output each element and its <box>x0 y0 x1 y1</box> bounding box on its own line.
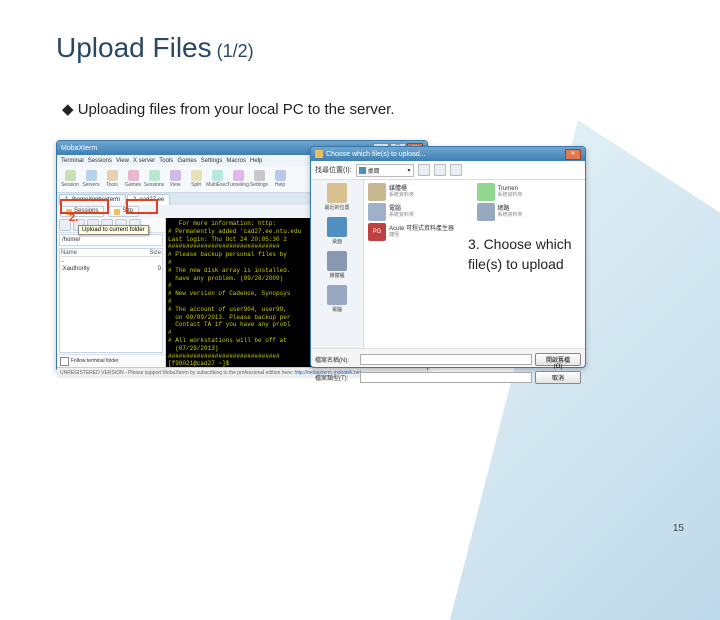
menu-help[interactable]: Help <box>250 158 262 164</box>
dialog-footer: 檔案名稱(N): 開啟舊檔(O) 檔案類型(T): 取消 <box>311 348 585 387</box>
menu-macros[interactable]: Macros <box>226 158 246 164</box>
step-number-2: 2. <box>69 212 78 224</box>
tool-multiexec[interactable]: MultiExec <box>208 170 226 188</box>
places-sidebar: 最近的位置 桌面 媒體櫃 電腦 <box>311 180 364 348</box>
page-number: 15 <box>673 523 684 534</box>
place-computer[interactable]: 電腦 <box>327 285 347 313</box>
nav-back-icon[interactable] <box>418 164 430 176</box>
menu-sessions[interactable]: Sessions <box>88 158 112 164</box>
sftp-file-list[interactable]: NameSize .. .Xauthority0 <box>59 248 163 353</box>
filename-label: 檔案名稱(N): <box>315 355 357 364</box>
tool-help[interactable]: Help <box>271 170 289 188</box>
tool-split[interactable]: Split <box>187 170 205 188</box>
menu-xserver[interactable]: X server <box>133 158 155 164</box>
sftp-sidebar: /home/ NameSize .. .Xauthority0 Follow t… <box>57 218 166 367</box>
open-button[interactable]: 開啟舊檔(O) <box>535 353 581 366</box>
bullet-upload-desc: Uploading files from your local PC to th… <box>62 100 664 118</box>
tool-sessions2[interactable]: Sessions <box>145 170 163 188</box>
file-item[interactable]: 網路系統資料夾 <box>477 203 582 221</box>
annotation-step3: 3. Choose which file(s) to upload <box>468 235 586 274</box>
dialog-close-button[interactable]: ✕ <box>565 149 581 160</box>
col-size[interactable]: Size <box>149 250 161 256</box>
folder-icon <box>114 209 120 215</box>
slide-title: Upload Files (1/2) <box>56 32 664 64</box>
file-item[interactable]: Trumen系統資料夾 <box>477 183 582 201</box>
file-item[interactable]: 電腦系統資料夾 <box>368 203 473 221</box>
menu-tools[interactable]: Tools <box>159 158 173 164</box>
tool-view[interactable]: View <box>166 170 184 188</box>
follow-checkbox[interactable] <box>60 357 69 366</box>
tool-tools[interactable]: Tools <box>103 170 121 188</box>
place-recent[interactable]: 最近的位置 <box>324 183 349 211</box>
location-label: 找尋位置(I): <box>315 165 352 175</box>
upload-tooltip: Upload to current folder <box>78 225 149 235</box>
dialog-nav-bar: 找尋位置(I): 桌面▾ <box>311 161 585 180</box>
folder-icon <box>315 150 323 158</box>
filetype-select[interactable] <box>360 372 532 383</box>
menu-games[interactable]: Games <box>177 158 196 164</box>
sftp-path-input[interactable]: /home/ <box>59 234 163 246</box>
place-libraries[interactable]: 媒體櫃 <box>327 251 347 279</box>
dialog-title: Choose which file(s) to upload... <box>326 151 426 158</box>
nav-view-icon[interactable] <box>450 164 462 176</box>
desktop-icon <box>359 167 366 174</box>
list-item[interactable]: .. <box>61 257 161 265</box>
cancel-button[interactable]: 取消 <box>535 371 581 384</box>
tool-tunneling[interactable]: Tunneling <box>229 170 247 188</box>
highlight-sessions-sftp <box>60 199 109 214</box>
tool-games[interactable]: Games <box>124 170 142 188</box>
nav-up-icon[interactable] <box>434 164 446 176</box>
tool-settings[interactable]: Settings <box>250 170 268 188</box>
filename-input[interactable] <box>360 354 532 365</box>
location-dropdown[interactable]: 桌面▾ <box>356 164 414 177</box>
highlight-sftp-tab <box>126 199 158 214</box>
place-desktop[interactable]: 桌面 <box>327 217 347 245</box>
tool-servers[interactable]: Servers <box>82 170 100 188</box>
file-item[interactable]: PGAcute 可程式資料產生器捷徑 <box>368 223 473 241</box>
filetype-label: 檔案類型(T): <box>315 373 357 382</box>
follow-label: Follow terminal folder <box>71 358 119 364</box>
app-title: MobaXterm <box>61 145 97 152</box>
file-item[interactable]: 媒體櫃系統資料夾 <box>368 183 473 201</box>
col-name[interactable]: Name <box>61 250 149 256</box>
menu-view[interactable]: View <box>116 158 129 164</box>
menu-settings[interactable]: Settings <box>201 158 223 164</box>
tool-session[interactable]: Session <box>61 170 79 188</box>
menu-terminal[interactable]: Terminal <box>61 158 84 164</box>
list-item[interactable]: .Xauthority0 <box>61 265 161 273</box>
